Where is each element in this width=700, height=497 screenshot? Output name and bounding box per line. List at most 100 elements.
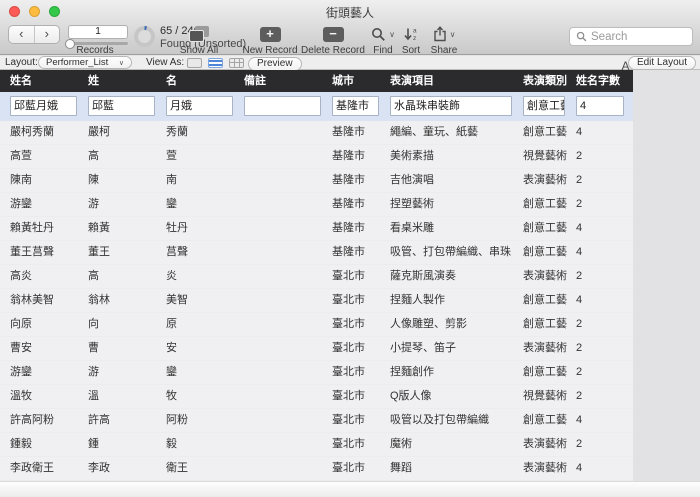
record-cell[interactable]: 2 — [574, 313, 633, 336]
record-cell[interactable]: 創意工藝 — [521, 92, 574, 121]
record-cell[interactable]: 創意工藝 — [521, 361, 574, 384]
record-cell[interactable]: 邱藍 — [86, 92, 164, 121]
table-view-icon[interactable] — [229, 58, 244, 68]
record-cell[interactable] — [242, 265, 330, 288]
record-cell[interactable] — [242, 169, 330, 192]
record-cell[interactable]: 游鑾 — [8, 193, 86, 216]
record-cell[interactable]: 2 — [574, 193, 633, 216]
record-row[interactable]: 向原向原臺北市人像雕塑、剪影創意工藝2 — [0, 313, 633, 337]
record-cell[interactable] — [242, 121, 330, 144]
record-cell[interactable] — [242, 217, 330, 240]
record-cell[interactable]: 視覺藝術 — [521, 145, 574, 168]
record-cell[interactable]: 翁林 — [86, 289, 164, 312]
record-cell[interactable]: 捏麵人製作 — [388, 289, 521, 312]
record-row[interactable]: 高萱高萱基隆市美術素描視覺藝術2 — [0, 145, 633, 169]
share-chevron-down-icon[interactable]: ∨ — [450, 30, 456, 39]
record-cell[interactable]: 游 — [86, 193, 164, 216]
title-bar[interactable]: 街頭藝人 — [0, 0, 700, 22]
record-cell[interactable]: 創意工藝 — [521, 241, 574, 264]
field-input[interactable] — [244, 96, 321, 116]
record-cell[interactable] — [242, 193, 330, 216]
record-cell[interactable] — [242, 92, 330, 121]
record-cell[interactable]: 2 — [574, 361, 633, 384]
record-cell[interactable]: 2 — [574, 433, 633, 456]
record-cell[interactable]: 基隆市 — [330, 169, 388, 192]
record-cell[interactable]: 莒聲 — [164, 241, 242, 264]
record-row[interactable]: 溫牧溫牧臺北市Q版人像視覺藝術2 — [0, 385, 633, 409]
record-cell[interactable] — [242, 289, 330, 312]
record-cell[interactable]: 4 — [574, 289, 633, 312]
record-cell[interactable]: 鑾 — [164, 361, 242, 384]
record-cell[interactable]: 游 — [86, 361, 164, 384]
record-row[interactable]: 鍾毅鍾毅臺北市魔術表演藝術2 — [0, 433, 633, 457]
record-row[interactable]: 賴黃牡丹賴黃牡丹基隆市看桌米雕創意工藝4 — [0, 217, 633, 241]
record-cell[interactable]: 4 — [574, 409, 633, 432]
record-cell[interactable]: 看桌米雕 — [388, 217, 521, 240]
record-cell[interactable]: 李政衛王 — [8, 457, 86, 480]
record-cell[interactable]: 嚴柯 — [86, 121, 164, 144]
record-cell[interactable]: 月娥 — [164, 92, 242, 121]
record-cell[interactable]: 吉他演唱 — [388, 169, 521, 192]
record-cell[interactable]: 薩克斯風演奏 — [388, 265, 521, 288]
share-button[interactable]: ∨ — [423, 25, 465, 43]
record-cell[interactable]: 視覺藝術 — [521, 385, 574, 408]
field-input[interactable]: 邱藍月娥 — [10, 96, 77, 116]
record-cell[interactable]: 表演藝術 — [521, 265, 574, 288]
new-record-button[interactable]: + — [240, 25, 300, 43]
record-cell[interactable]: 2 — [574, 169, 633, 192]
record-cell[interactable]: 2 — [574, 265, 633, 288]
record-cell[interactable]: 臺北市 — [330, 313, 388, 336]
record-cell[interactable]: 美智 — [164, 289, 242, 312]
record-cell[interactable] — [242, 433, 330, 456]
record-cell[interactable]: 創意工藝 — [521, 289, 574, 312]
record-cell[interactable]: 毅 — [164, 433, 242, 456]
record-cell[interactable]: 基隆市 — [330, 121, 388, 144]
record-cell[interactable]: 賴黃 — [86, 217, 164, 240]
record-cell[interactable]: 臺北市 — [330, 265, 388, 288]
record-cell[interactable]: 牡丹 — [164, 217, 242, 240]
record-cell[interactable] — [242, 385, 330, 408]
record-row[interactable]: 高炎高炎臺北市薩克斯風演奏表演藝術2 — [0, 265, 633, 289]
record-cell[interactable]: 吸管、打包帶編織、串珠 — [388, 241, 521, 264]
field-input[interactable]: 4 — [576, 96, 624, 116]
current-record-field[interactable]: 1 — [68, 25, 128, 39]
layout-select[interactable]: Performer_List ∨ — [38, 56, 132, 69]
record-row[interactable]: 翁林美智翁林美智臺北市捏麵人製作創意工藝4 — [0, 289, 633, 313]
record-cell[interactable]: Q版人像 — [388, 385, 521, 408]
record-cell[interactable]: 溫 — [86, 385, 164, 408]
record-cell[interactable] — [242, 337, 330, 360]
record-cell[interactable]: 基隆市 — [330, 217, 388, 240]
record-cell[interactable]: 美術素描 — [388, 145, 521, 168]
record-cell[interactable]: 小提琴、笛子 — [388, 337, 521, 360]
record-cell[interactable]: 許高 — [86, 409, 164, 432]
record-cell[interactable]: 表演藝術 — [521, 337, 574, 360]
record-cell[interactable]: 曹安 — [8, 337, 86, 360]
record-cell[interactable]: 臺北市 — [330, 337, 388, 360]
record-cell[interactable]: 鍾 — [86, 433, 164, 456]
previous-record-button[interactable]: ‹ — [9, 26, 35, 43]
record-cell[interactable]: 吸管以及打包帶編織 — [388, 409, 521, 432]
record-row[interactable]: 游鑾游鑾基隆市捏塑藝術創意工藝2 — [0, 193, 633, 217]
record-cell[interactable] — [242, 145, 330, 168]
record-cell[interactable]: 創意工藝 — [521, 217, 574, 240]
record-cell[interactable]: 高萱 — [8, 145, 86, 168]
record-cell[interactable]: 水晶珠串裝飾 — [388, 92, 521, 121]
next-record-button[interactable]: › — [35, 26, 60, 43]
record-cell[interactable]: 基隆市 — [330, 241, 388, 264]
record-cell[interactable]: 臺北市 — [330, 289, 388, 312]
field-input[interactable]: 月娥 — [166, 96, 233, 116]
record-cell[interactable]: 基隆市 — [330, 145, 388, 168]
record-row[interactable]: 董王莒聲董王莒聲基隆市吸管、打包帶編織、串珠創意工藝4 — [0, 241, 633, 265]
record-row[interactable]: 陳南陳南基隆市吉他演唱表演藝術2 — [0, 169, 633, 193]
field-input[interactable]: 創意工藝 — [523, 96, 565, 116]
record-cell[interactable]: 邱藍月娥 — [8, 92, 86, 121]
record-cell[interactable]: 游鑾 — [8, 361, 86, 384]
record-cell[interactable]: 鍾毅 — [8, 433, 86, 456]
record-cell[interactable]: 牧 — [164, 385, 242, 408]
record-cell[interactable]: 阿粉 — [164, 409, 242, 432]
record-cell[interactable]: 曹 — [86, 337, 164, 360]
record-cell[interactable]: 賴黃牡丹 — [8, 217, 86, 240]
record-cell[interactable]: 創意工藝 — [521, 313, 574, 336]
record-cell[interactable]: 秀蘭 — [164, 121, 242, 144]
record-row[interactable]: 李政衛王李政衛王臺北市舞蹈表演藝術4 — [0, 457, 633, 481]
